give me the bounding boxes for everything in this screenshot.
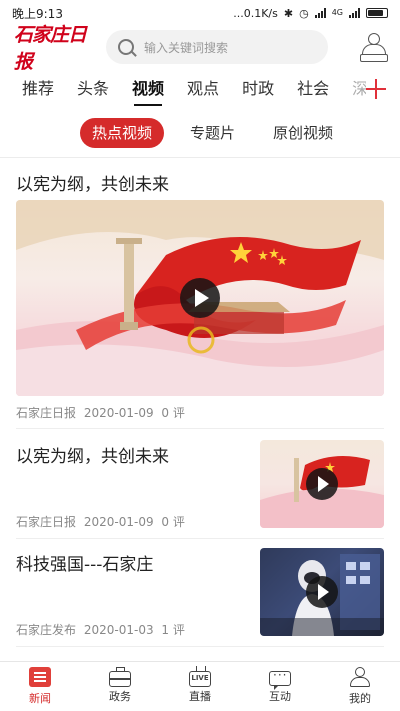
nav-interact[interactable]: 互动 (240, 662, 320, 711)
video-source: 石家庄日报 (16, 515, 77, 529)
nav-label: 政务 (109, 690, 131, 703)
play-icon[interactable] (306, 576, 338, 608)
tab-video[interactable]: 视频 (132, 70, 164, 110)
row-divider (16, 428, 384, 429)
news-icon (29, 667, 51, 687)
nav-label: 我的 (349, 692, 371, 705)
nav-news[interactable]: 新闻 (0, 662, 80, 711)
user-icon (349, 667, 371, 687)
signal-icon (314, 8, 326, 18)
network-type: 4G (331, 8, 343, 17)
tab-headlines[interactable]: 头条 (77, 70, 109, 110)
briefcase-icon (109, 667, 131, 687)
video-item-thumbnail[interactable] (260, 440, 384, 528)
row-divider (16, 538, 384, 539)
video-comments: 0 评 (161, 515, 185, 529)
tab-opinion[interactable]: 观点 (187, 70, 219, 110)
featured-video-thumbnail[interactable] (16, 200, 384, 396)
video-date: 2020-01-09 (83, 406, 154, 420)
row-divider (16, 646, 384, 647)
nav-government[interactable]: 政务 (80, 662, 160, 711)
tab-recommend[interactable]: 推荐 (22, 70, 54, 110)
play-icon[interactable] (306, 468, 338, 500)
video-source: 石家庄日报 (16, 406, 77, 420)
nav-label: 互动 (269, 689, 291, 703)
nav-label: 直播 (189, 690, 211, 703)
video-sub-tabs: 热点视频 专题片 原创视频 (0, 117, 400, 149)
profile-icon[interactable] (360, 32, 388, 62)
bluetooth-icon: ✱ (283, 6, 294, 20)
search-input[interactable]: 输入关键词搜索 (144, 39, 228, 56)
video-date: 2020-01-03 (83, 623, 154, 637)
tab-politics[interactable]: 时政 (242, 70, 274, 110)
video-item-title[interactable]: 以宪为纲，共创未来 (16, 442, 169, 467)
video-item-title[interactable]: 科技强国---石家庄 (16, 550, 153, 575)
subtab-feature-film[interactable]: 专题片 (178, 118, 247, 148)
network-speed: ...0.1K/s (233, 6, 278, 20)
video-source: 石家庄发布 (16, 623, 77, 637)
video-comments: 0 评 (161, 406, 185, 420)
add-category-icon[interactable] (366, 79, 386, 99)
tab-society[interactable]: 社会 (297, 70, 329, 110)
search-icon (118, 39, 134, 55)
category-tabs: 推荐 头条 视频 观点 时政 社会 深 (0, 70, 400, 110)
nav-live[interactable]: LIVE 直播 (160, 662, 240, 711)
video-feed: 以宪为纲，共创未来 石家庄日报 2020-01-09 0 评 以宪为纲，共创未来 (0, 158, 400, 661)
status-time: 晚上9:13 (12, 6, 63, 21)
video-item-meta: 石家庄发布 2020-01-03 1 评 (16, 621, 185, 638)
app-logo: 石家庄日报 (14, 24, 87, 73)
search-bar[interactable]: 输入关键词搜索 (106, 30, 328, 64)
subtab-hot-video[interactable]: 热点视频 (80, 118, 165, 148)
battery-icon (366, 8, 388, 18)
featured-video-title[interactable]: 以宪为纲，共创未来 (16, 170, 169, 195)
chat-icon (269, 668, 291, 690)
play-icon[interactable] (180, 278, 220, 318)
app-header: 石家庄日报 输入关键词搜索 (0, 24, 400, 73)
featured-meta: 石家庄日报 2020-01-09 0 评 (16, 404, 185, 421)
nav-me[interactable]: 我的 (320, 662, 400, 711)
tab-deep[interactable]: 深 (352, 70, 366, 110)
signal-icon-2 (349, 8, 360, 18)
video-item-thumbnail[interactable] (260, 548, 384, 636)
nav-label: 新闻 (29, 692, 51, 705)
alarm-icon: ◷ (299, 6, 309, 20)
bottom-nav: 新闻 政务 LIVE 直播 互动 我的 (0, 661, 400, 711)
video-date: 2020-01-09 (83, 515, 154, 529)
subtab-original-video[interactable]: 原创视频 (261, 118, 345, 148)
status-icons: ...0.1K/s ✱ ◷ 4G (233, 7, 388, 20)
live-tv-icon: LIVE (189, 671, 211, 687)
video-item-meta: 石家庄日报 2020-01-09 0 评 (16, 513, 185, 530)
video-comments: 1 评 (161, 623, 185, 637)
